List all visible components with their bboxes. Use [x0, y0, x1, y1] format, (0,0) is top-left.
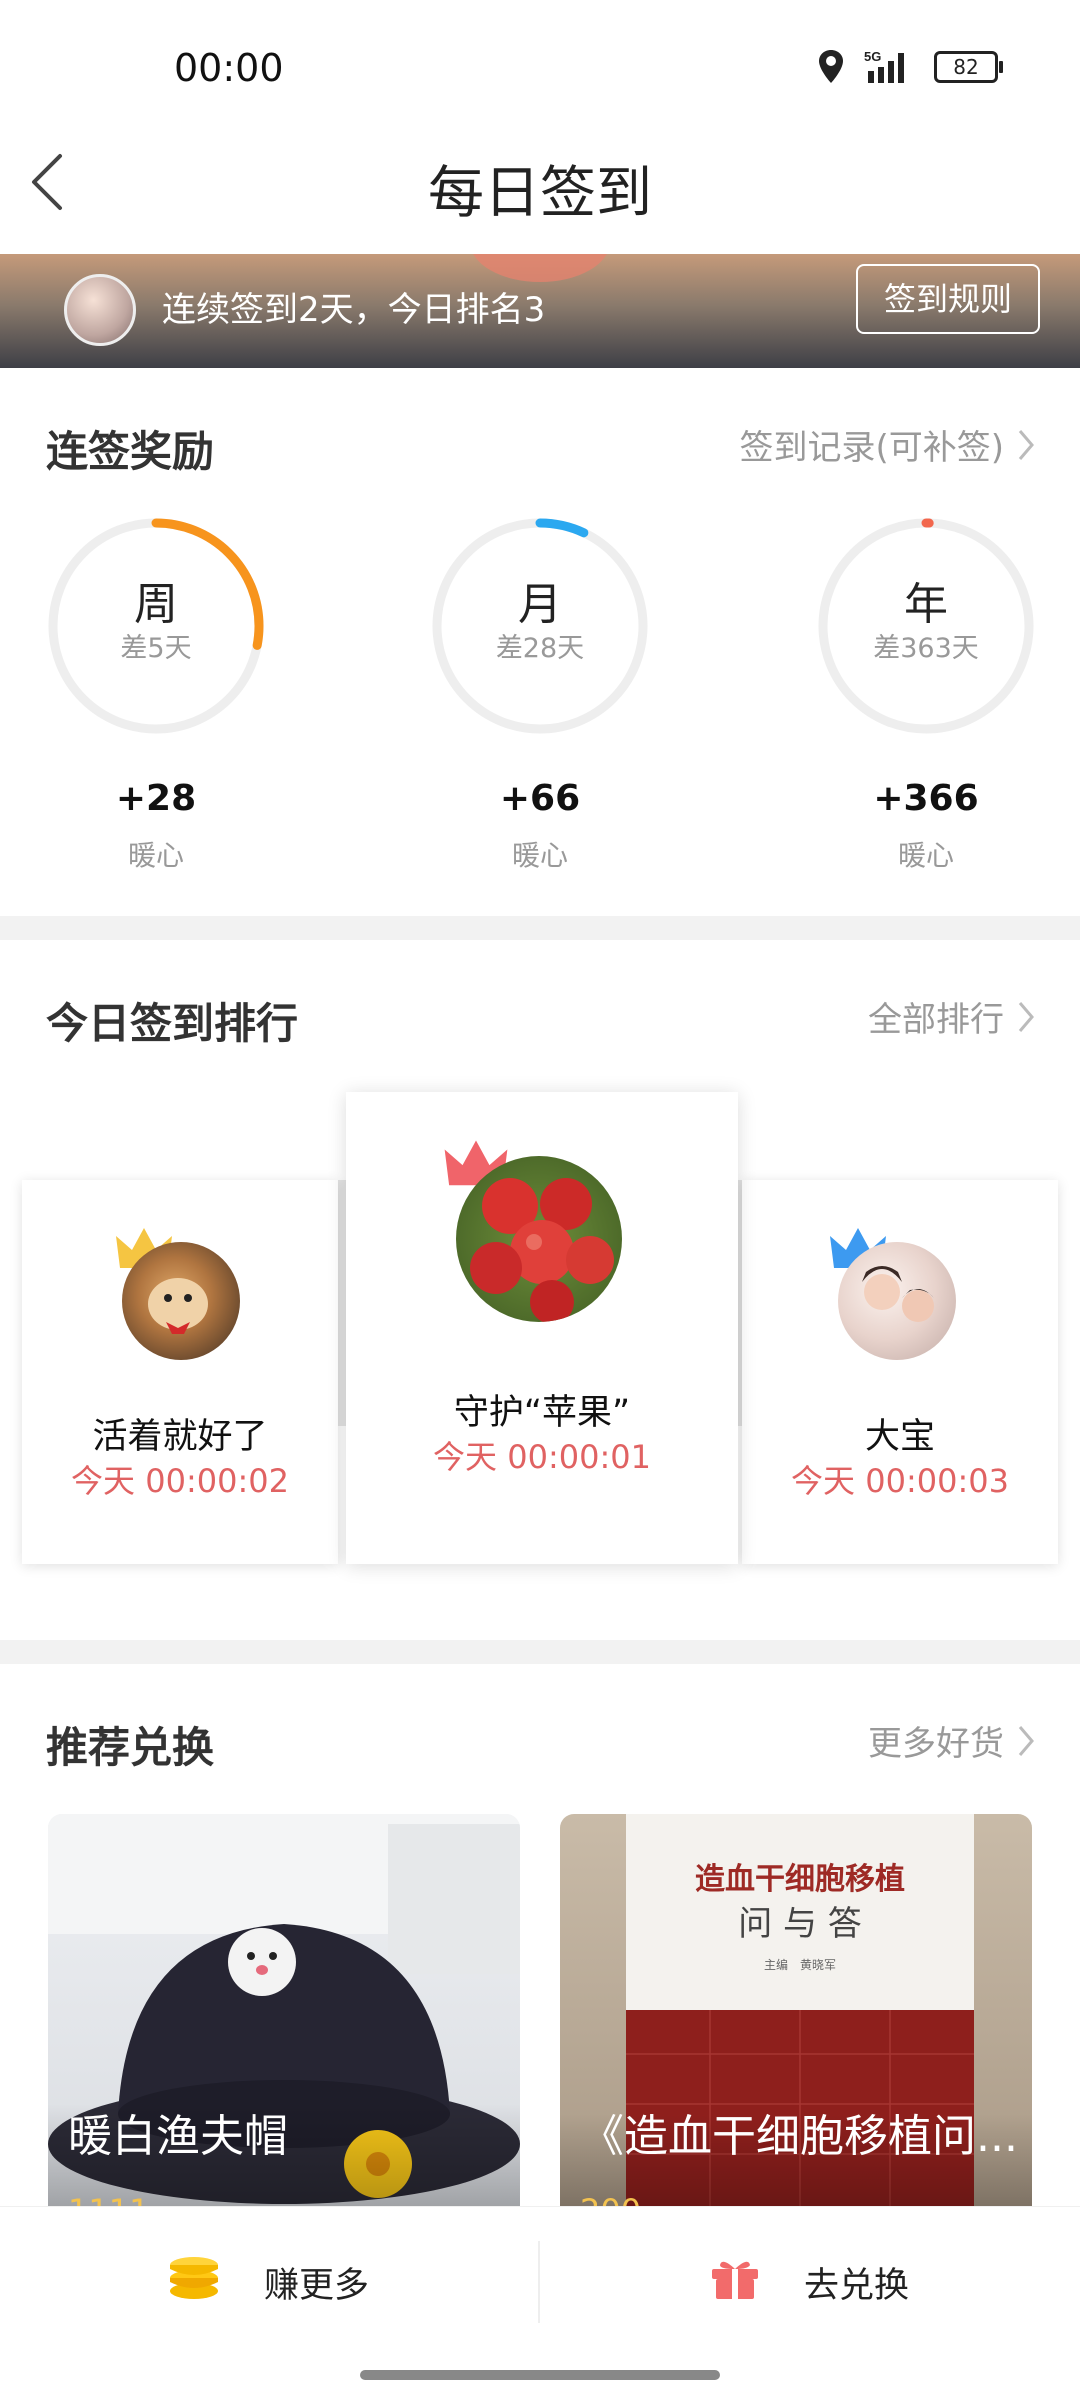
month-reward-amount: +66	[499, 778, 581, 819]
week-reward-amount: +28	[115, 778, 197, 819]
rank-sign-in-time: 今天 00:00:03	[791, 1462, 1009, 1500]
exchange-item-name: 暖白渔夫帽	[68, 2111, 288, 2162]
chevron-right-icon	[1016, 1723, 1036, 1759]
battery-icon: 82	[934, 51, 1003, 83]
rank-sign-in-time: 今天 00:00:01	[433, 1438, 651, 1476]
year-reward-amount: +366	[873, 778, 979, 819]
coins-icon	[168, 2255, 220, 2310]
sign-in-record-link[interactable]: 签到记录(可补签)	[739, 420, 1036, 469]
user-avatar[interactable]	[64, 274, 136, 346]
gift-icon	[710, 2255, 760, 2310]
chevron-right-icon	[1016, 999, 1036, 1035]
page-title: 每日签到	[428, 161, 652, 226]
recommended-exchange-title: 推荐兑换	[46, 1723, 215, 1772]
month-progress-ring[interactable]: 月 差28天	[428, 514, 652, 738]
section-divider	[0, 916, 1080, 940]
bottom-action-bar: 赚更多 去兑换	[0, 2206, 1080, 2355]
week-reward-unit: 暖心	[127, 839, 184, 872]
location-icon	[816, 48, 846, 86]
earn-more-button[interactable]: 赚更多	[168, 2247, 369, 2317]
earn-more-label: 赚更多	[264, 2265, 370, 2306]
week-progress-ring[interactable]: 周 差5天	[44, 514, 268, 738]
section-divider	[0, 1640, 1080, 1664]
more-goods-link[interactable]: 更多好货	[868, 1716, 1036, 1765]
book-cover-subtitle: 问 与 答	[738, 1904, 862, 1944]
sign-in-banner: 连续签到2天，今日排名3 签到规则	[0, 254, 1080, 368]
go-redeem-button[interactable]: 去兑换	[710, 2247, 909, 2317]
ring-remaining-days: 差363天	[873, 633, 979, 664]
go-redeem-label: 去兑换	[804, 2265, 910, 2306]
all-ranking-label: 全部排行	[868, 1000, 1004, 1040]
signal-icon: 5G	[864, 49, 916, 85]
streak-status-text: 连续签到2天，今日排名3	[162, 290, 546, 330]
rank-avatar-second	[122, 1242, 240, 1360]
clock: 00:00	[174, 46, 284, 90]
status-icons: 5G 82	[816, 48, 1003, 86]
rank-card-first[interactable]: 守护“苹果” 今天 00:00:01	[346, 1092, 738, 1564]
book-cover-title: 造血干细胞移植	[695, 1862, 905, 1897]
ring-period-label: 周	[134, 579, 178, 630]
banner-decoration	[470, 254, 610, 282]
rank-card-third[interactable]: 大宝 今天 00:00:03	[742, 1180, 1058, 1564]
rank-sign-in-time: 今天 00:00:02	[71, 1462, 289, 1500]
network-type: 5G	[864, 49, 881, 64]
bottom-bar-divider	[538, 2241, 540, 2323]
rank-name: 大宝	[864, 1417, 935, 1457]
hat-product-image	[48, 1814, 520, 2240]
exchange-item-hat[interactable]: 暖白渔夫帽 1111	[48, 1814, 520, 2240]
ring-period-label: 月	[518, 579, 562, 630]
exchange-item-name: 《造血干细胞移植问...	[580, 2111, 1018, 2162]
exchange-item-book[interactable]: 造血干细胞移植 问 与 答 主编 黄晓军 《造血干细胞移植问... 200	[560, 1814, 1032, 2240]
ring-period-label: 年	[904, 579, 948, 630]
more-goods-label: 更多好货	[868, 1724, 1004, 1764]
status-bar: 00:00 5G 82	[0, 0, 1080, 140]
sign-in-rules-button[interactable]: 签到规则	[856, 264, 1040, 334]
ring-remaining-days: 差28天	[495, 633, 585, 664]
book-cover-author: 主编 黄晓军	[763, 1958, 836, 1972]
rank-card-second[interactable]: 活着就好了 今天 00:00:02	[22, 1180, 338, 1564]
sign-in-record-label: 签到记录(可补签)	[739, 428, 1004, 468]
chevron-right-icon	[1016, 427, 1036, 463]
rank-avatar-third	[838, 1242, 956, 1360]
home-indicator[interactable]	[360, 2370, 720, 2380]
all-ranking-link[interactable]: 全部排行	[868, 992, 1036, 1041]
year-reward-unit: 暖心	[897, 839, 954, 872]
ring-remaining-days: 差5天	[120, 633, 192, 664]
rank-name: 活着就好了	[92, 1417, 268, 1457]
streak-rewards-title: 连签奖励	[46, 427, 215, 476]
rank-avatar-first	[456, 1156, 622, 1322]
month-reward-unit: 暖心	[511, 839, 568, 872]
year-progress-ring[interactable]: 年 差363天	[814, 514, 1038, 738]
ranking-title: 今日签到排行	[46, 999, 299, 1048]
rank-name: 守护“苹果”	[453, 1393, 631, 1433]
